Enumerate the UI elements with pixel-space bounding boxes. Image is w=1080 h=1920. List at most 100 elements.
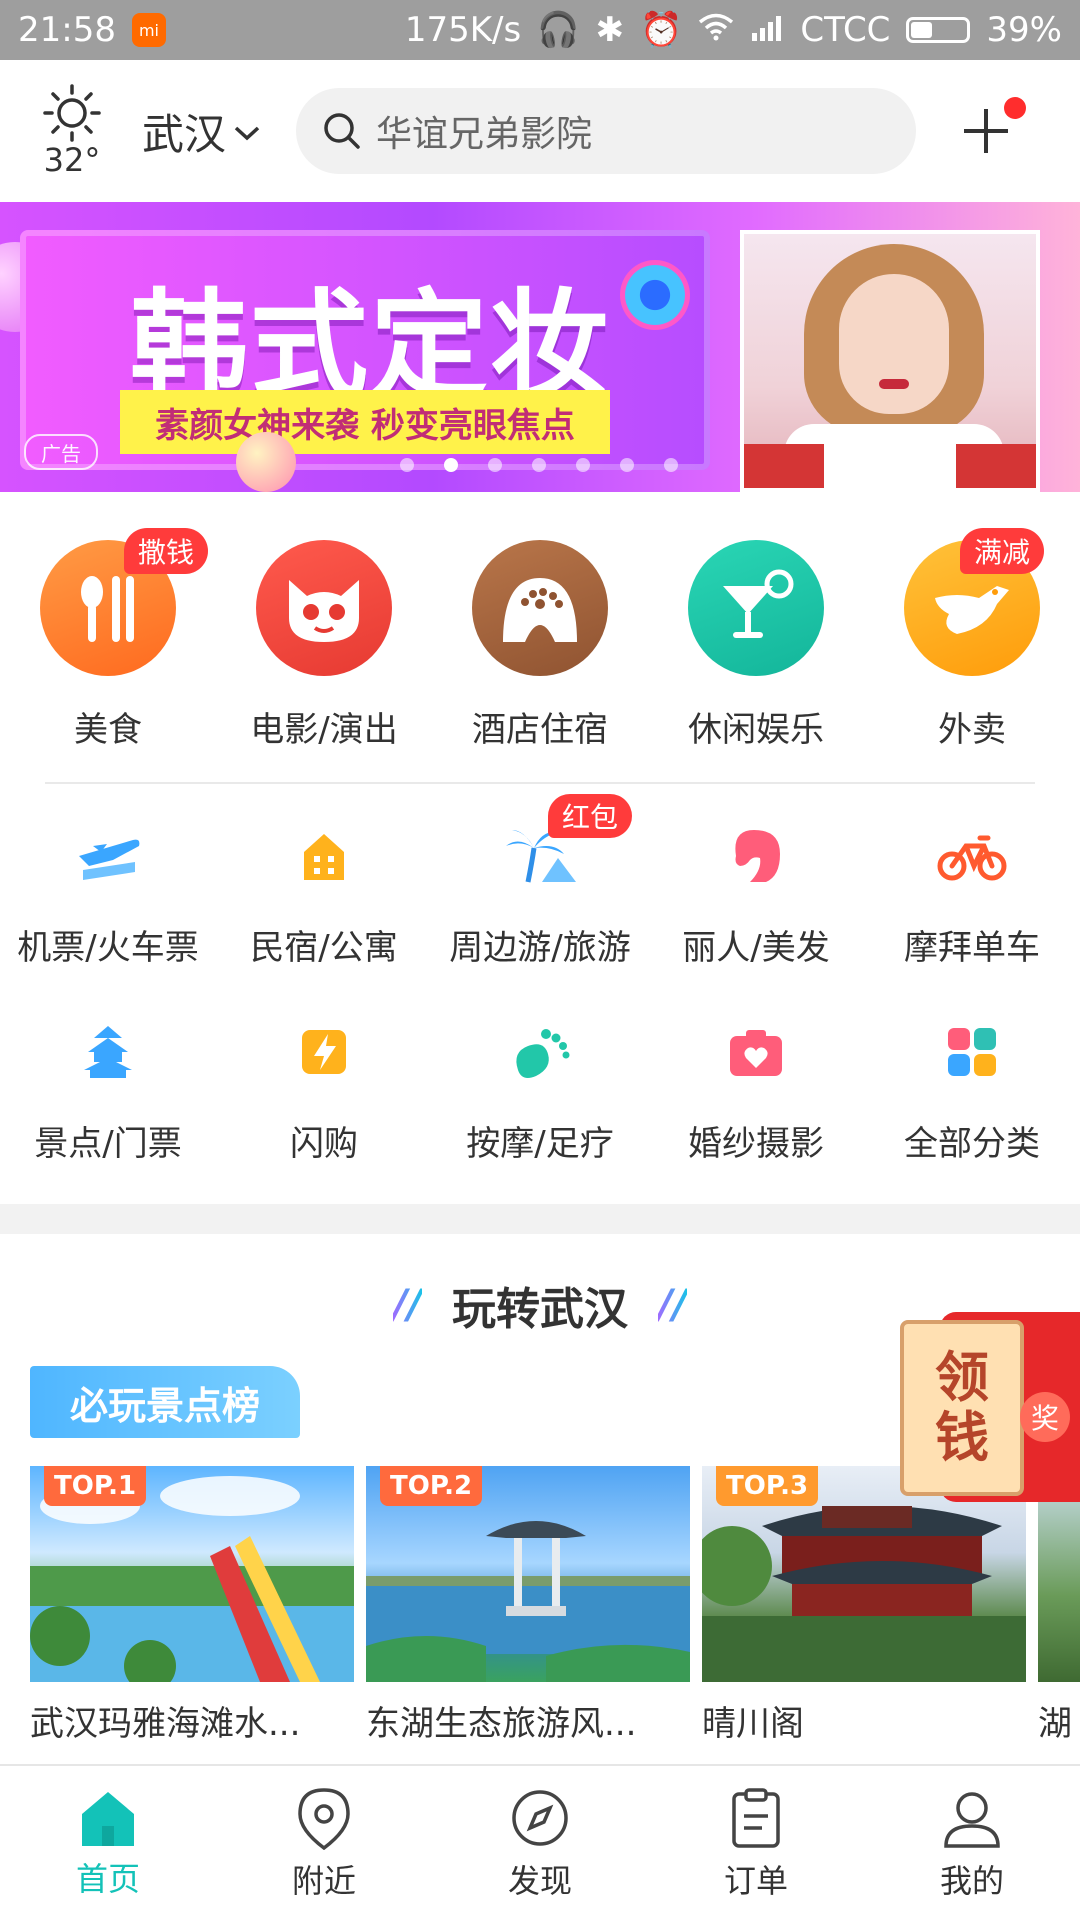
subcategory-label: 民宿/公寓 — [250, 928, 398, 968]
chevron-down-icon — [234, 126, 260, 141]
category-movie[interactable]: 电影/演出 — [216, 492, 432, 782]
attraction-card-3[interactable]: TOP.3 晴川阁 — [702, 1466, 1026, 1746]
subcategory-attractions[interactable]: 景点/门票 — [0, 980, 216, 1176]
decor-ring — [620, 260, 690, 330]
attraction-name: 武汉玛雅海滩水... — [30, 1704, 301, 1744]
nav-nearby[interactable]: 附近 — [216, 1766, 432, 1920]
category-label: 电影/演出 — [250, 710, 398, 750]
subcategory-beauty[interactable]: 丽人/美发 — [648, 784, 864, 980]
mi-notification-icon: mi — [131, 13, 166, 47]
subcategory-homestay[interactable]: 民宿/公寓 — [216, 784, 432, 980]
lightning-icon — [284, 1012, 364, 1092]
carousel-dot[interactable] — [400, 458, 414, 472]
nav-home[interactable]: 首页 — [0, 1766, 216, 1920]
attraction-cards: TOP.1 武汉玛雅海滩水... TOP.2 东湖生态旅游风... TOP.3 … — [30, 1466, 1080, 1746]
attraction-name: 晴川阁 — [702, 1704, 804, 1744]
subcategory-wedding-photo[interactable]: 婚纱摄影 — [648, 980, 864, 1176]
headphones-icon: 🎧 — [537, 10, 580, 50]
app-root: 21:58 mi 175K/s 🎧 ✱ ⏰ CTCC 39% 32° 武汉 华谊… — [0, 0, 1080, 1920]
alarm-icon: ⏰ — [640, 10, 683, 50]
category-label: 美食 — [74, 710, 142, 750]
search-placeholder: 华谊兄弟影院 — [376, 114, 593, 155]
category-leisure[interactable]: 休闲娱乐 — [648, 492, 864, 782]
bicycle-icon — [932, 816, 1012, 896]
subcategory-label: 闪购 — [290, 1124, 358, 1164]
title-decoration-left: // — [392, 1282, 422, 1328]
add-button[interactable] — [946, 91, 1027, 171]
search-input[interactable]: 华谊兄弟影院 — [296, 88, 917, 174]
grid-icon — [932, 1012, 1012, 1092]
temperature: 32° — [43, 141, 101, 179]
sub-categories: 机票/火车票 民宿/公寓 红包 周边游/旅游 丽人/美发 摩拜单车 景点/门票 … — [0, 784, 1080, 1198]
subcategory-tickets[interactable]: 机票/火车票 — [0, 784, 216, 980]
status-time: 21:58 — [18, 10, 116, 50]
attraction-photo: TOP.1 — [30, 1466, 354, 1682]
order-list-icon — [732, 1788, 780, 1848]
subcategory-bike[interactable]: 摩拜单车 — [864, 784, 1080, 980]
carousel-dot[interactable] — [532, 458, 546, 472]
subcategory-all[interactable]: 全部分类 — [864, 980, 1080, 1176]
must-visit-rank-tag[interactable]: 必玩景点榜 — [30, 1366, 300, 1438]
city-selector[interactable]: 武汉 — [142, 101, 262, 162]
rank-badge: TOP.3 — [716, 1466, 819, 1506]
carousel-dot[interactable] — [620, 458, 634, 472]
attraction-name: 东湖生态旅游风... — [366, 1704, 637, 1744]
title-decoration-right: // — [658, 1282, 688, 1328]
camera-heart-icon — [716, 1012, 796, 1092]
main-categories: 撒钱 美食 电影/演出 酒店住宿 休闲娱乐 满减 外卖 — [0, 492, 1080, 782]
decor-ball-small — [236, 432, 296, 492]
envelope-text-2: 钱 — [935, 1406, 989, 1469]
subcategory-label: 景点/门票 — [34, 1124, 182, 1164]
carousel-dot-active[interactable] — [444, 458, 458, 472]
nav-orders[interactable]: 订单 — [648, 1766, 864, 1920]
wifi-icon — [698, 10, 734, 50]
subcategory-flash-sale[interactable]: 闪购 — [216, 980, 432, 1176]
subcategory-label: 婚纱摄影 — [688, 1124, 824, 1164]
subcategory-label: 周边游/旅游 — [449, 928, 631, 968]
category-hotel[interactable]: 酒店住宿 — [432, 492, 648, 782]
category-label: 外卖 — [938, 710, 1006, 750]
subcategory-travel[interactable]: 红包 周边游/旅游 — [432, 784, 648, 980]
status-bar: 21:58 mi 175K/s 🎧 ✱ ⏰ CTCC 39% — [0, 0, 1080, 60]
nav-label: 订单 — [723, 1862, 788, 1900]
nav-label: 发现 — [507, 1862, 572, 1900]
attraction-card-1[interactable]: TOP.1 武汉玛雅海滩水... — [30, 1466, 354, 1746]
carousel-dot[interactable] — [664, 458, 678, 472]
nav-label: 首页 — [75, 1860, 140, 1898]
category-takeout[interactable]: 满减 外卖 — [864, 492, 1080, 782]
category-label: 休闲娱乐 — [688, 710, 824, 750]
category-badge: 满减 — [960, 528, 1045, 574]
subcategory-label: 全部分类 — [904, 1124, 1040, 1164]
nav-discover[interactable]: 发现 — [432, 1766, 648, 1920]
plane-train-icon — [68, 816, 148, 896]
attraction-card-4[interactable]: 湖 — [1038, 1466, 1080, 1746]
carousel-dots — [400, 458, 678, 472]
carousel-dot[interactable] — [576, 458, 590, 472]
section-gap — [0, 1204, 1080, 1234]
battery-icon — [906, 17, 971, 43]
subcategory-massage[interactable]: 按摩/足疗 — [432, 980, 648, 1176]
attraction-card-2[interactable]: TOP.2 东湖生态旅游风... — [366, 1466, 690, 1746]
top-header: 32° 武汉 华谊兄弟影院 — [0, 60, 1080, 202]
subcategory-badge: 红包 — [548, 794, 633, 838]
carousel-dot[interactable] — [488, 458, 502, 472]
envelope-seal: 奖 — [1020, 1392, 1070, 1442]
weather-widget[interactable]: 32° — [22, 83, 122, 179]
sun-icon — [43, 84, 101, 142]
subcategory-label: 丽人/美发 — [682, 928, 830, 968]
red-envelope-float[interactable]: 领 钱 奖 — [900, 1312, 1080, 1502]
notification-dot — [1004, 97, 1027, 119]
cocktail-icon — [688, 540, 824, 676]
house-icon — [284, 816, 364, 896]
nav-me[interactable]: 我的 — [864, 1766, 1080, 1920]
banner-subline: 素颜女神来袭 秒变亮眼焦点 — [120, 390, 610, 454]
signal-icon — [750, 10, 784, 50]
category-label: 酒店住宿 — [472, 710, 608, 750]
hotel-bed-icon — [472, 540, 608, 676]
category-food[interactable]: 撒钱 美食 — [0, 492, 216, 782]
promo-banner[interactable]: 韩式定妆 素颜女神来袭 秒变亮眼焦点 广告 — [0, 202, 1080, 492]
search-icon — [324, 113, 360, 149]
play-title-text: 玩转武汉 — [452, 1284, 628, 1335]
model-photo — [740, 230, 1040, 492]
bottom-navigation: 首页 附近 发现 订单 我的 — [0, 1764, 1080, 1920]
